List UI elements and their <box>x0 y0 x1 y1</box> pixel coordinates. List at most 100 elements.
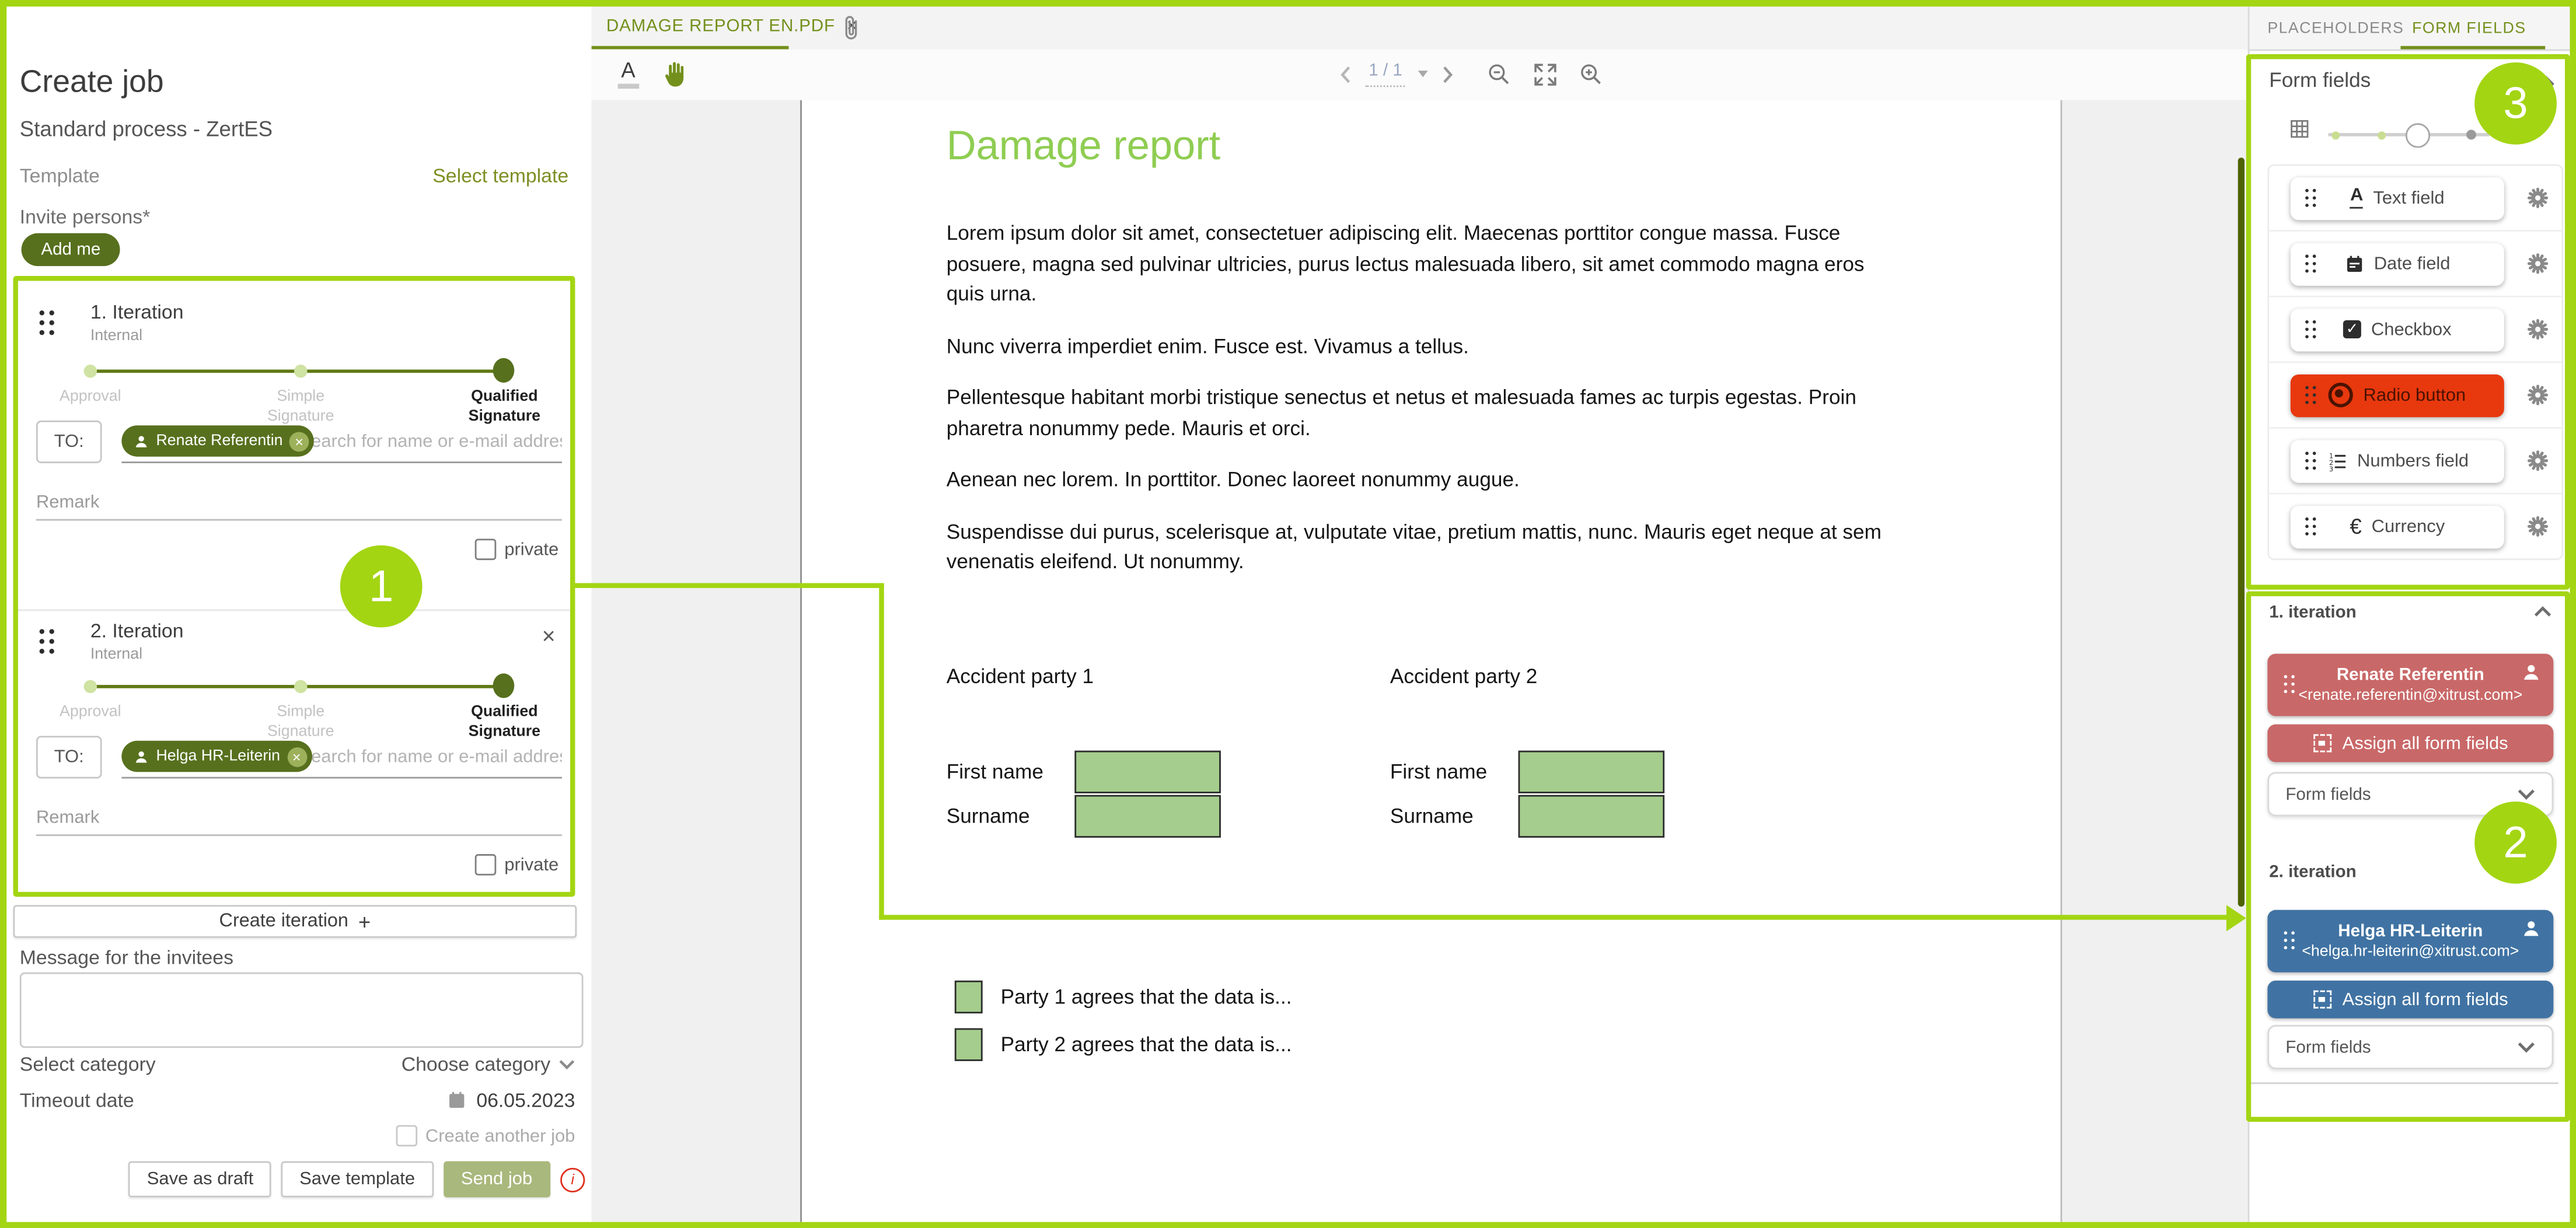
field-type-checkbox[interactable]: Checkbox <box>2291 308 2504 351</box>
slider-dot-approval[interactable] <box>84 365 97 378</box>
slider-dot-approval[interactable] <box>84 680 97 694</box>
text-annotation-tool-icon[interactable]: A <box>618 59 639 89</box>
accident-party-2-section: Accident party 2 First name Surname <box>1390 665 1817 688</box>
create-iteration-button[interactable]: Create iteration <box>13 905 577 937</box>
surname-form-field[interactable] <box>1074 795 1221 838</box>
close-iteration-icon[interactable] <box>542 624 556 647</box>
signer-card-helga[interactable]: Helga HR-Leiterin <helga.hr-leiterin@xit… <box>2267 910 2553 972</box>
slider-dot-qualified[interactable] <box>493 358 515 383</box>
doc-paragraph: Suspendisse dui purus, scelerisque at, v… <box>947 516 1900 577</box>
plus-icon <box>358 909 371 933</box>
drag-handle-icon[interactable] <box>2305 188 2309 192</box>
choose-category-dropdown[interactable]: Choose category <box>402 1053 575 1076</box>
save-as-draft-button[interactable]: Save as draft <box>129 1161 271 1198</box>
field-type-label: Radio button <box>2364 385 2466 405</box>
field-type-radio-selected[interactable]: Radio button <box>2291 374 2504 417</box>
drag-handle-icon[interactable] <box>2305 320 2309 324</box>
right-panel-scrollbar[interactable] <box>2237 158 2243 907</box>
slider-dot-qualified[interactable] <box>493 673 515 698</box>
callout-arrow-icon <box>2226 904 2246 930</box>
remark-input[interactable] <box>36 486 562 520</box>
drag-handle-icon[interactable] <box>2305 516 2309 520</box>
grid-size-icon[interactable] <box>2289 118 2310 140</box>
zoom-out-icon[interactable] <box>1487 62 1512 87</box>
drag-handle-icon[interactable] <box>2284 931 2288 935</box>
party-title: Accident party 2 <box>1390 665 1817 688</box>
recipient-chip[interactable]: Renate Referentin <box>121 425 314 456</box>
remove-recipient-icon[interactable] <box>289 431 309 451</box>
page-dropdown-caret-icon[interactable] <box>1419 71 1429 77</box>
right-tab-bar: PLACEHOLDERS FORM FIELDS <box>2249 6 2571 51</box>
first-name-form-field[interactable] <box>1519 751 1665 793</box>
document-title: Damage report <box>947 123 1220 171</box>
form-fields-dropdown[interactable]: Form fields <box>2267 1025 2553 1069</box>
gear-icon[interactable] <box>2525 317 2550 341</box>
drag-handle-icon[interactable] <box>2284 675 2288 679</box>
tab-placeholders[interactable]: PLACEHOLDERS <box>2267 20 2404 38</box>
hand-tool-icon[interactable] <box>661 59 689 90</box>
agreement-checkbox-field[interactable] <box>955 981 983 1013</box>
drag-handle-icon[interactable] <box>2305 254 2309 258</box>
iteration-card-1: 1. Iteration Internal Approval Simple Si… <box>13 276 575 610</box>
timeout-date-picker[interactable]: 06.05.2023 <box>447 1089 575 1112</box>
recipient-chip[interactable]: Helga HR-Leiterin <box>121 741 311 772</box>
drag-handle-icon[interactable] <box>2305 385 2309 389</box>
field-type-currency[interactable]: € Currency <box>2291 505 2504 548</box>
save-template-button[interactable]: Save template <box>281 1161 433 1198</box>
drag-handle-icon[interactable] <box>40 310 44 315</box>
message-textarea[interactable] <box>20 972 584 1048</box>
gear-icon[interactable] <box>2525 251 2550 276</box>
attachment-icon[interactable] <box>840 13 863 43</box>
drag-handle-icon[interactable] <box>40 629 44 634</box>
field-size-slider[interactable] <box>2329 121 2490 148</box>
assign-all-form-fields-button[interactable]: Assign all form fields <box>2267 725 2553 762</box>
send-job-button[interactable]: Send job <box>443 1161 550 1198</box>
gear-icon[interactable] <box>2525 383 2550 407</box>
page-next-icon[interactable] <box>1441 65 1455 83</box>
remark-input[interactable] <box>36 802 562 836</box>
private-checkbox[interactable] <box>475 538 497 560</box>
gear-icon[interactable] <box>2525 514 2550 538</box>
zoom-in-icon[interactable] <box>1579 62 1604 87</box>
add-me-button[interactable]: Add me <box>22 233 120 266</box>
field-type-date[interactable]: Date field <box>2291 242 2504 285</box>
person-icon <box>2521 918 2542 940</box>
fullscreen-icon[interactable] <box>1533 62 1558 87</box>
remove-recipient-icon[interactable] <box>287 747 306 767</box>
person-icon <box>133 433 149 449</box>
assign-all-form-fields-button[interactable]: Assign all form fields <box>2267 981 2553 1019</box>
tab-form-fields[interactable]: FORM FIELDS <box>2412 20 2526 38</box>
slider-dot-simple[interactable] <box>294 365 308 378</box>
gear-icon[interactable] <box>2525 449 2550 473</box>
info-icon[interactable] <box>560 1167 585 1191</box>
private-checkbox[interactable] <box>475 854 497 876</box>
field-type-numbers[interactable]: 123 Numbers field <box>2291 439 2504 482</box>
agreement-label: Party 1 agrees that the data is... <box>1001 985 1292 1008</box>
message-label: Message for the invitees <box>20 946 233 969</box>
signer-name: Renate Referentin <box>2337 665 2484 685</box>
field-type-row: A Text field <box>2269 166 2561 232</box>
pdf-viewer: DAMAGE REPORT EN.PDF A 1 / 1 Damage repo… <box>592 6 2248 1222</box>
signer-card-renate[interactable]: Renate Referentin <renate.referentin@xit… <box>2267 654 2553 716</box>
field-type-row: € Currency <box>2269 494 2561 558</box>
first-name-form-field[interactable] <box>1074 751 1221 793</box>
drag-handle-icon[interactable] <box>2305 451 2309 455</box>
page-prev-icon[interactable] <box>1339 65 1353 83</box>
to-label: TO: <box>36 421 102 463</box>
collapse-chevron-icon[interactable] <box>2534 606 2552 618</box>
page-indicator[interactable]: 1 / 1 <box>1366 61 1406 87</box>
slider-dot-simple[interactable] <box>294 680 308 694</box>
agreement-checkbox-field[interactable] <box>955 1028 983 1061</box>
gear-icon[interactable] <box>2525 186 2550 210</box>
page-navigation: 1 / 1 <box>1339 61 1455 87</box>
calendar-icon <box>447 1090 467 1110</box>
checkbox-icon <box>2343 320 2361 338</box>
document-tab[interactable]: DAMAGE REPORT EN.PDF <box>606 16 858 36</box>
section-divider <box>2249 1082 2558 1084</box>
select-category-label: Select category <box>20 1053 156 1076</box>
field-type-text[interactable]: A Text field <box>2291 177 2504 219</box>
select-template-link[interactable]: Select template <box>432 165 568 187</box>
create-another-checkbox[interactable] <box>396 1125 417 1147</box>
surname-form-field[interactable] <box>1519 795 1665 838</box>
slider-handle[interactable] <box>2406 123 2430 147</box>
